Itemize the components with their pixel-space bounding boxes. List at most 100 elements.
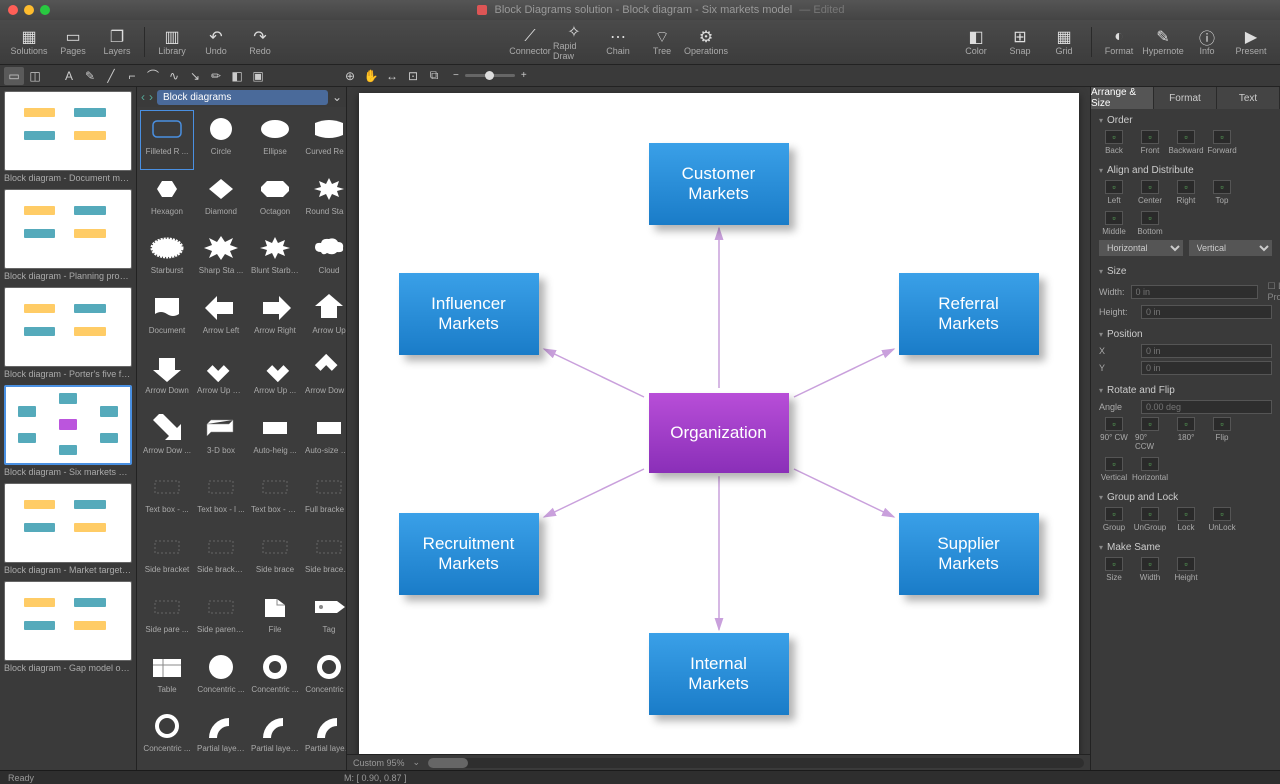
info-button[interactable]: ⓘInfo — [1186, 22, 1228, 62]
shape-concentric-[interactable]: Concentric ... — [303, 649, 346, 707]
order-front[interactable]: ▫Front — [1135, 130, 1165, 155]
thumbnail-4[interactable]: Block diagram - Market targeting — [4, 483, 132, 575]
node-influencer[interactable]: InfluencerMarkets — [399, 273, 539, 355]
connector-button[interactable]: ⟋Connector — [509, 22, 551, 62]
shape-side-pare-[interactable]: Side pare ... — [141, 589, 193, 647]
shape-arrow-dow-[interactable]: Arrow Dow ... — [303, 350, 346, 408]
shape-octagon[interactable]: Octagon — [249, 171, 301, 229]
y-input[interactable] — [1141, 361, 1272, 375]
angle-input[interactable] — [1141, 400, 1272, 414]
snap-button[interactable]: ⊞Snap — [999, 22, 1041, 62]
operations-button[interactable]: ⚙Operations — [685, 22, 727, 62]
shape-auto-size-box[interactable]: Auto-size box — [303, 410, 346, 468]
hand-tool[interactable]: ✋ — [361, 67, 381, 85]
shape-arrow-up[interactable]: Arrow Up — [303, 290, 346, 348]
height-input[interactable] — [1141, 305, 1272, 319]
shape-side-bracket-[interactable]: Side bracket ... — [195, 529, 247, 587]
pages-button[interactable]: ▭Pages — [52, 22, 94, 62]
node-customer[interactable]: CustomerMarkets — [649, 143, 789, 225]
present-button[interactable]: ▶Present — [1230, 22, 1272, 62]
shape-file[interactable]: File — [249, 589, 301, 647]
x-input[interactable] — [1141, 344, 1272, 358]
shape-text-box-l-[interactable]: Text box - l ... — [195, 469, 247, 527]
lasso-tool[interactable]: ◫ — [25, 67, 45, 85]
maximize-icon[interactable] — [40, 5, 50, 15]
minimize-icon[interactable] — [24, 5, 34, 15]
inspector-tab-text[interactable]: Text — [1217, 87, 1280, 109]
thumbnail-1[interactable]: Block diagram - Planning process — [4, 189, 132, 281]
rotate-90-cw[interactable]: ▫90° CW — [1099, 417, 1129, 451]
callout-tool[interactable]: ✎ — [80, 67, 100, 85]
order-forward[interactable]: ▫Forward — [1207, 130, 1237, 155]
rotate-180-[interactable]: ▫180° — [1171, 417, 1201, 451]
shape-tag[interactable]: Tag — [303, 589, 346, 647]
polyline-tool[interactable]: ⌐ — [122, 67, 142, 85]
shape-document[interactable]: Document — [141, 290, 193, 348]
shape-auto-heig-[interactable]: Auto-heig ... — [249, 410, 301, 468]
rotate-vertical[interactable]: ▫Vertical — [1099, 457, 1129, 482]
fit-page-tool[interactable]: ⊡ — [403, 67, 423, 85]
shape-arrow-up-left[interactable]: Arrow Up Left — [195, 350, 247, 408]
distribute-vertical[interactable]: Vertical — [1189, 240, 1273, 256]
makesame-width[interactable]: ▫Width — [1135, 557, 1165, 582]
canvas-page[interactable]: OrganizationCustomerMarketsInfluencerMar… — [359, 93, 1079, 754]
tree-button[interactable]: ⌔Tree — [641, 22, 683, 62]
shape-arrow-left[interactable]: Arrow Left — [195, 290, 247, 348]
text-tool[interactable]: A — [59, 67, 79, 85]
order-back[interactable]: ▫Back — [1099, 130, 1129, 155]
align-middle[interactable]: ▫Middle — [1099, 211, 1129, 236]
color-button[interactable]: ◧Color — [955, 22, 997, 62]
shape-table[interactable]: Table — [141, 649, 193, 707]
align-left[interactable]: ▫Left — [1099, 180, 1129, 205]
shape-partial-layer-1[interactable]: Partial layer 1 — [195, 708, 247, 766]
zoom-dropdown-icon[interactable]: ⌄ — [413, 757, 421, 768]
shape-partial-layer-3[interactable]: Partial layer 3 — [303, 708, 346, 766]
shape-arrow-up-[interactable]: Arrow Up ... — [249, 350, 301, 408]
library-menu-icon[interactable]: ⌄ — [332, 90, 342, 104]
shape-round-sta-[interactable]: Round Sta ... — [303, 171, 346, 229]
shape-concentric-[interactable]: Concentric ... — [141, 708, 193, 766]
library-forward-icon[interactable]: › — [149, 90, 153, 104]
shape-arrow-down[interactable]: Arrow Down — [141, 350, 193, 408]
shape-arrow-right[interactable]: Arrow Right — [249, 290, 301, 348]
shape-arrow-dow-[interactable]: Arrow Dow ... — [141, 410, 193, 468]
shape-concentric-[interactable]: Concentric ... — [249, 649, 301, 707]
library-back-icon[interactable]: ‹ — [141, 90, 145, 104]
node-supplier[interactable]: SupplierMarkets — [899, 513, 1039, 595]
zoom-level-display[interactable]: Custom 95% — [353, 758, 405, 768]
makesame-size[interactable]: ▫Size — [1099, 557, 1129, 582]
zoom-tool[interactable]: ⊕ — [340, 67, 360, 85]
solutions-button[interactable]: ▦Solutions — [8, 22, 50, 62]
shape-side-parenth-[interactable]: Side parenth ... — [195, 589, 247, 647]
eraser-tool[interactable]: ◧ — [227, 67, 247, 85]
shape-ellipse[interactable]: Ellipse — [249, 111, 301, 169]
rotate-flip[interactable]: ▫Flip — [1207, 417, 1237, 451]
distribute-horizontal[interactable]: Horizontal — [1099, 240, 1183, 256]
chain-button[interactable]: ⋯Chain — [597, 22, 639, 62]
node-internal[interactable]: InternalMarkets — [649, 633, 789, 715]
library-breadcrumb[interactable]: Block diagrams — [157, 90, 328, 105]
lock-proportions[interactable]: Lock Proportions — [1268, 281, 1280, 302]
library-button[interactable]: ▥Library — [151, 22, 193, 62]
shape-concentric-[interactable]: Concentric ... — [195, 649, 247, 707]
shape-starburst[interactable]: Starburst — [141, 230, 193, 288]
align-center[interactable]: ▫Center — [1135, 180, 1165, 205]
rapiddraw-button[interactable]: ✧Rapid Draw — [553, 22, 595, 62]
format-button[interactable]: ◐Format — [1098, 22, 1140, 62]
rotate-horizontal[interactable]: ▫Horizontal — [1135, 457, 1165, 482]
rotate-90-ccw[interactable]: ▫90° CCW — [1135, 417, 1165, 451]
align-top[interactable]: ▫Top — [1207, 180, 1237, 205]
thumbnail-0[interactable]: Block diagram - Document management... — [4, 91, 132, 183]
width-input[interactable] — [1131, 285, 1258, 299]
shape-cloud[interactable]: Cloud — [303, 230, 346, 288]
makesame-height[interactable]: ▫Height — [1171, 557, 1201, 582]
hypernote-button[interactable]: ✎Hypernote — [1142, 22, 1184, 62]
node-referral[interactable]: ReferralMarkets — [899, 273, 1039, 355]
shape-text-box-p-[interactable]: Text box - p ... — [249, 469, 301, 527]
shape-hexagon[interactable]: Hexagon — [141, 171, 193, 229]
shape-filleted-r-[interactable]: Filleted R ... — [141, 111, 193, 169]
thumbnail-5[interactable]: Block diagram - Gap model of service q..… — [4, 581, 132, 673]
shape-sharp-sta-[interactable]: Sharp Sta ... — [195, 230, 247, 288]
shape-blunt-starburst[interactable]: Blunt Starburst — [249, 230, 301, 288]
horizontal-scrollbar[interactable] — [428, 758, 1084, 768]
